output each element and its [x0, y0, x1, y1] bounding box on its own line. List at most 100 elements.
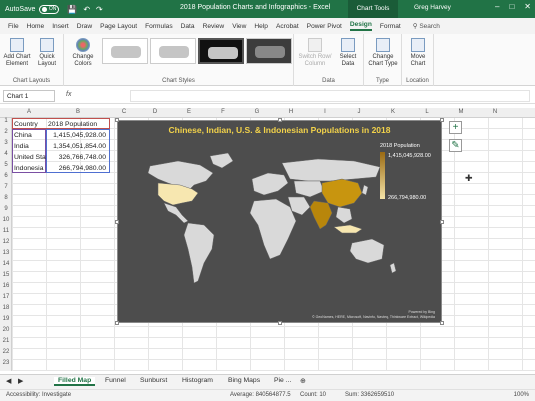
resize-handle[interactable] [440, 118, 444, 122]
tab-design[interactable]: Design [349, 21, 372, 31]
sheet-tab-funnel[interactable]: Funnel [105, 377, 126, 384]
tab-page-layout[interactable]: Page Layout [100, 23, 137, 30]
column-header[interactable]: N [478, 109, 512, 115]
row-header[interactable]: 21 [0, 338, 12, 344]
row-header[interactable]: 4 [0, 151, 12, 157]
column-header[interactable]: G [240, 109, 274, 115]
row-header[interactable]: 11 [0, 228, 12, 234]
resize-handle[interactable] [278, 118, 282, 122]
minimize-icon[interactable]: – [495, 2, 499, 11]
chart-style-thumb-3[interactable] [198, 38, 244, 64]
filled-map-chart[interactable]: Chinese, Indian, U.S. & Indonesian Popul… [115, 118, 444, 325]
sheet-tab-histogram[interactable]: Histogram [182, 377, 213, 384]
table-cell-country[interactable]: China [14, 132, 46, 139]
tab-draw[interactable]: Draw [77, 23, 92, 30]
tab-power-pivot[interactable]: Power Pivot [307, 23, 342, 30]
table-cell-population[interactable]: 1,354,051,854.00 [48, 143, 106, 150]
tab-format[interactable]: Format [380, 23, 401, 30]
fx-icon[interactable]: fx [66, 91, 71, 98]
row-header[interactable]: 3 [0, 140, 12, 146]
tab-formulas[interactable]: Formulas [145, 23, 172, 30]
row-header[interactable]: 18 [0, 305, 12, 311]
tab-review[interactable]: Review [203, 23, 225, 30]
save-icon[interactable]: 💾 [67, 5, 77, 14]
add-chart-element-button[interactable]: Add Chart Element [3, 38, 31, 68]
add-sheet-icon[interactable]: ⊕ [300, 377, 306, 385]
column-header[interactable]: D [138, 109, 172, 115]
row-header[interactable]: 15 [0, 272, 12, 278]
row-header[interactable]: 13 [0, 250, 12, 256]
row-header[interactable]: 23 [0, 360, 12, 366]
row-header[interactable]: 6 [0, 173, 12, 179]
chart-style-thumb-2[interactable] [150, 38, 196, 64]
resize-handle[interactable] [115, 118, 119, 122]
column-header[interactable]: H [274, 109, 308, 115]
sheet-tab-bing-maps[interactable]: Bing Maps [228, 377, 260, 384]
resize-handle[interactable] [115, 321, 119, 325]
chart-styles-button[interactable]: ✎ [449, 139, 462, 152]
accessibility-status[interactable]: Accessibility: Investigate [6, 392, 71, 398]
table-cell-population[interactable]: 266,794,980.00 [48, 165, 106, 172]
row-header[interactable]: 7 [0, 184, 12, 190]
resize-handle[interactable] [440, 220, 444, 224]
search-box[interactable]: ⚲ Search [413, 22, 440, 30]
table-cell-population[interactable]: 326,766,748.00 [48, 154, 106, 161]
column-header[interactable]: K [376, 109, 410, 115]
change-colors-button[interactable]: Change Colors [68, 38, 98, 68]
tab-data[interactable]: Data [181, 23, 195, 30]
select-data-button[interactable]: Select Data [334, 38, 362, 68]
column-header[interactable]: B [46, 109, 110, 115]
formula-input[interactable] [130, 90, 530, 102]
resize-handle[interactable] [115, 220, 119, 224]
resize-handle[interactable] [278, 321, 282, 325]
row-header[interactable]: 22 [0, 349, 12, 355]
row-header[interactable]: 1 [0, 118, 12, 124]
row-header[interactable]: 9 [0, 206, 12, 212]
tab-home[interactable]: Home [27, 23, 45, 30]
redo-icon[interactable]: ↷ [96, 5, 103, 14]
row-header[interactable]: 5 [0, 162, 12, 168]
name-box[interactable]: Chart 1 [3, 90, 55, 102]
user-name[interactable]: Greg Harvey [414, 4, 451, 11]
row-header[interactable]: 2 [0, 129, 12, 135]
close-icon[interactable]: ✕ [524, 2, 531, 11]
resize-handle[interactable] [440, 321, 444, 325]
autosave-toggle[interactable]: ON [39, 4, 60, 14]
scroll-left-icon[interactable]: ◀ [6, 377, 11, 385]
undo-icon[interactable]: ↶ [83, 5, 90, 14]
column-header[interactable]: J [342, 109, 376, 115]
scroll-right-icon[interactable]: ▶ [18, 377, 23, 385]
tab-view[interactable]: View [232, 23, 246, 30]
sheet-tab-filled-map[interactable]: Filled Map [54, 377, 96, 386]
row-header[interactable]: 16 [0, 283, 12, 289]
zoom-level[interactable]: 100% [514, 392, 529, 398]
chart-elements-button[interactable]: + [449, 121, 462, 134]
table-cell-country[interactable]: India [14, 143, 46, 150]
tab-help[interactable]: Help [254, 23, 268, 30]
quick-layout-button[interactable]: Quick Layout [33, 38, 61, 68]
row-header[interactable]: 14 [0, 261, 12, 267]
column-header[interactable]: L [410, 109, 444, 115]
change-chart-type-button[interactable]: Change Chart Type [367, 38, 399, 68]
sheet-tab-sunburst[interactable]: Sunburst [140, 377, 167, 384]
column-header[interactable]: M [444, 109, 478, 115]
chart-style-thumb-4[interactable] [246, 38, 292, 64]
row-header[interactable]: 12 [0, 239, 12, 245]
tab-acrobat[interactable]: Acrobat [276, 23, 299, 30]
table-cell-country[interactable]: United States [14, 154, 46, 161]
switch-row-column-button[interactable]: Switch Row/ Column [298, 38, 332, 68]
table-cell-population[interactable]: 1,415,045,928.00 [48, 132, 106, 139]
row-header[interactable]: 8 [0, 195, 12, 201]
column-header[interactable]: I [308, 109, 342, 115]
tab-insert[interactable]: Insert [52, 23, 69, 30]
column-header[interactable]: A [12, 109, 46, 115]
row-header[interactable]: 17 [0, 294, 12, 300]
sheet-tab-pie[interactable]: Pie ... [274, 377, 291, 384]
maximize-icon[interactable]: □ [509, 2, 514, 11]
table-cell-country[interactable]: Indonesia [14, 165, 46, 172]
move-chart-button[interactable]: Move Chart [405, 38, 431, 68]
row-header[interactable]: 19 [0, 316, 12, 322]
tab-file[interactable]: File [8, 23, 19, 30]
chart-style-thumb-1[interactable] [102, 38, 148, 64]
column-header[interactable]: C [110, 109, 138, 115]
